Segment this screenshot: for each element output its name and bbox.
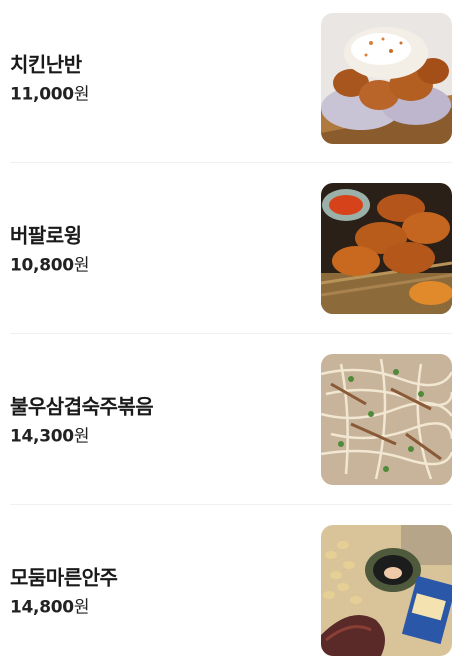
menu-item-info: 모둠마른안주 14,800원 [10, 564, 118, 619]
price-amount: 14,800 [10, 597, 74, 618]
menu-item-price: 10,800원 [10, 255, 89, 277]
buffalo-wings-photo[interactable] [321, 183, 452, 314]
dried-snack-platter-photo[interactable] [321, 525, 452, 656]
menu-item[interactable]: 모둠마른안주 14,800원 [10, 505, 452, 669]
menu-item-info: 불우삼겹숙주볶음 14,300원 [10, 393, 154, 448]
price-amount: 14,300 [10, 426, 74, 447]
menu-item-name: 모둠마른안주 [10, 565, 118, 590]
menu-item-info: 치킨난반 11,000원 [10, 51, 89, 106]
price-amount: 11,000 [10, 84, 74, 105]
dried-snack-image [321, 525, 452, 656]
price-currency: 원 [73, 255, 90, 276]
menu-item[interactable]: 불우삼겹숙주볶음 14,300원 [10, 334, 452, 505]
menu-item-price: 11,000원 [10, 84, 89, 106]
price-currency: 원 [73, 426, 90, 447]
buffalo-wings-image [321, 183, 452, 314]
menu-item[interactable]: 치킨난반 11,000원 [10, 0, 452, 163]
chicken-nanban-image [321, 13, 452, 144]
menu-item-name: 불우삼겹숙주볶음 [10, 394, 154, 419]
menu-item[interactable]: 버팔로윙 10,800원 [10, 163, 452, 334]
price-currency: 원 [73, 84, 90, 105]
pork-beansprout-stirfry-photo[interactable] [321, 354, 452, 485]
pork-stirfry-image [321, 354, 452, 485]
chicken-nanban-photo[interactable] [321, 13, 452, 144]
menu-item-price: 14,800원 [10, 597, 117, 619]
price-currency: 원 [73, 597, 90, 618]
menu-list: 치킨난반 11,000원 버팔로윙 10,800원 불우삼겹숙주볶음 14,30… [0, 0, 462, 669]
menu-item-info: 버팔로윙 10,800원 [10, 222, 89, 277]
menu-item-name: 버팔로윙 [10, 223, 82, 248]
menu-item-price: 14,300원 [10, 426, 153, 448]
menu-item-name: 치킨난반 [10, 52, 82, 77]
price-amount: 10,800 [10, 255, 74, 276]
